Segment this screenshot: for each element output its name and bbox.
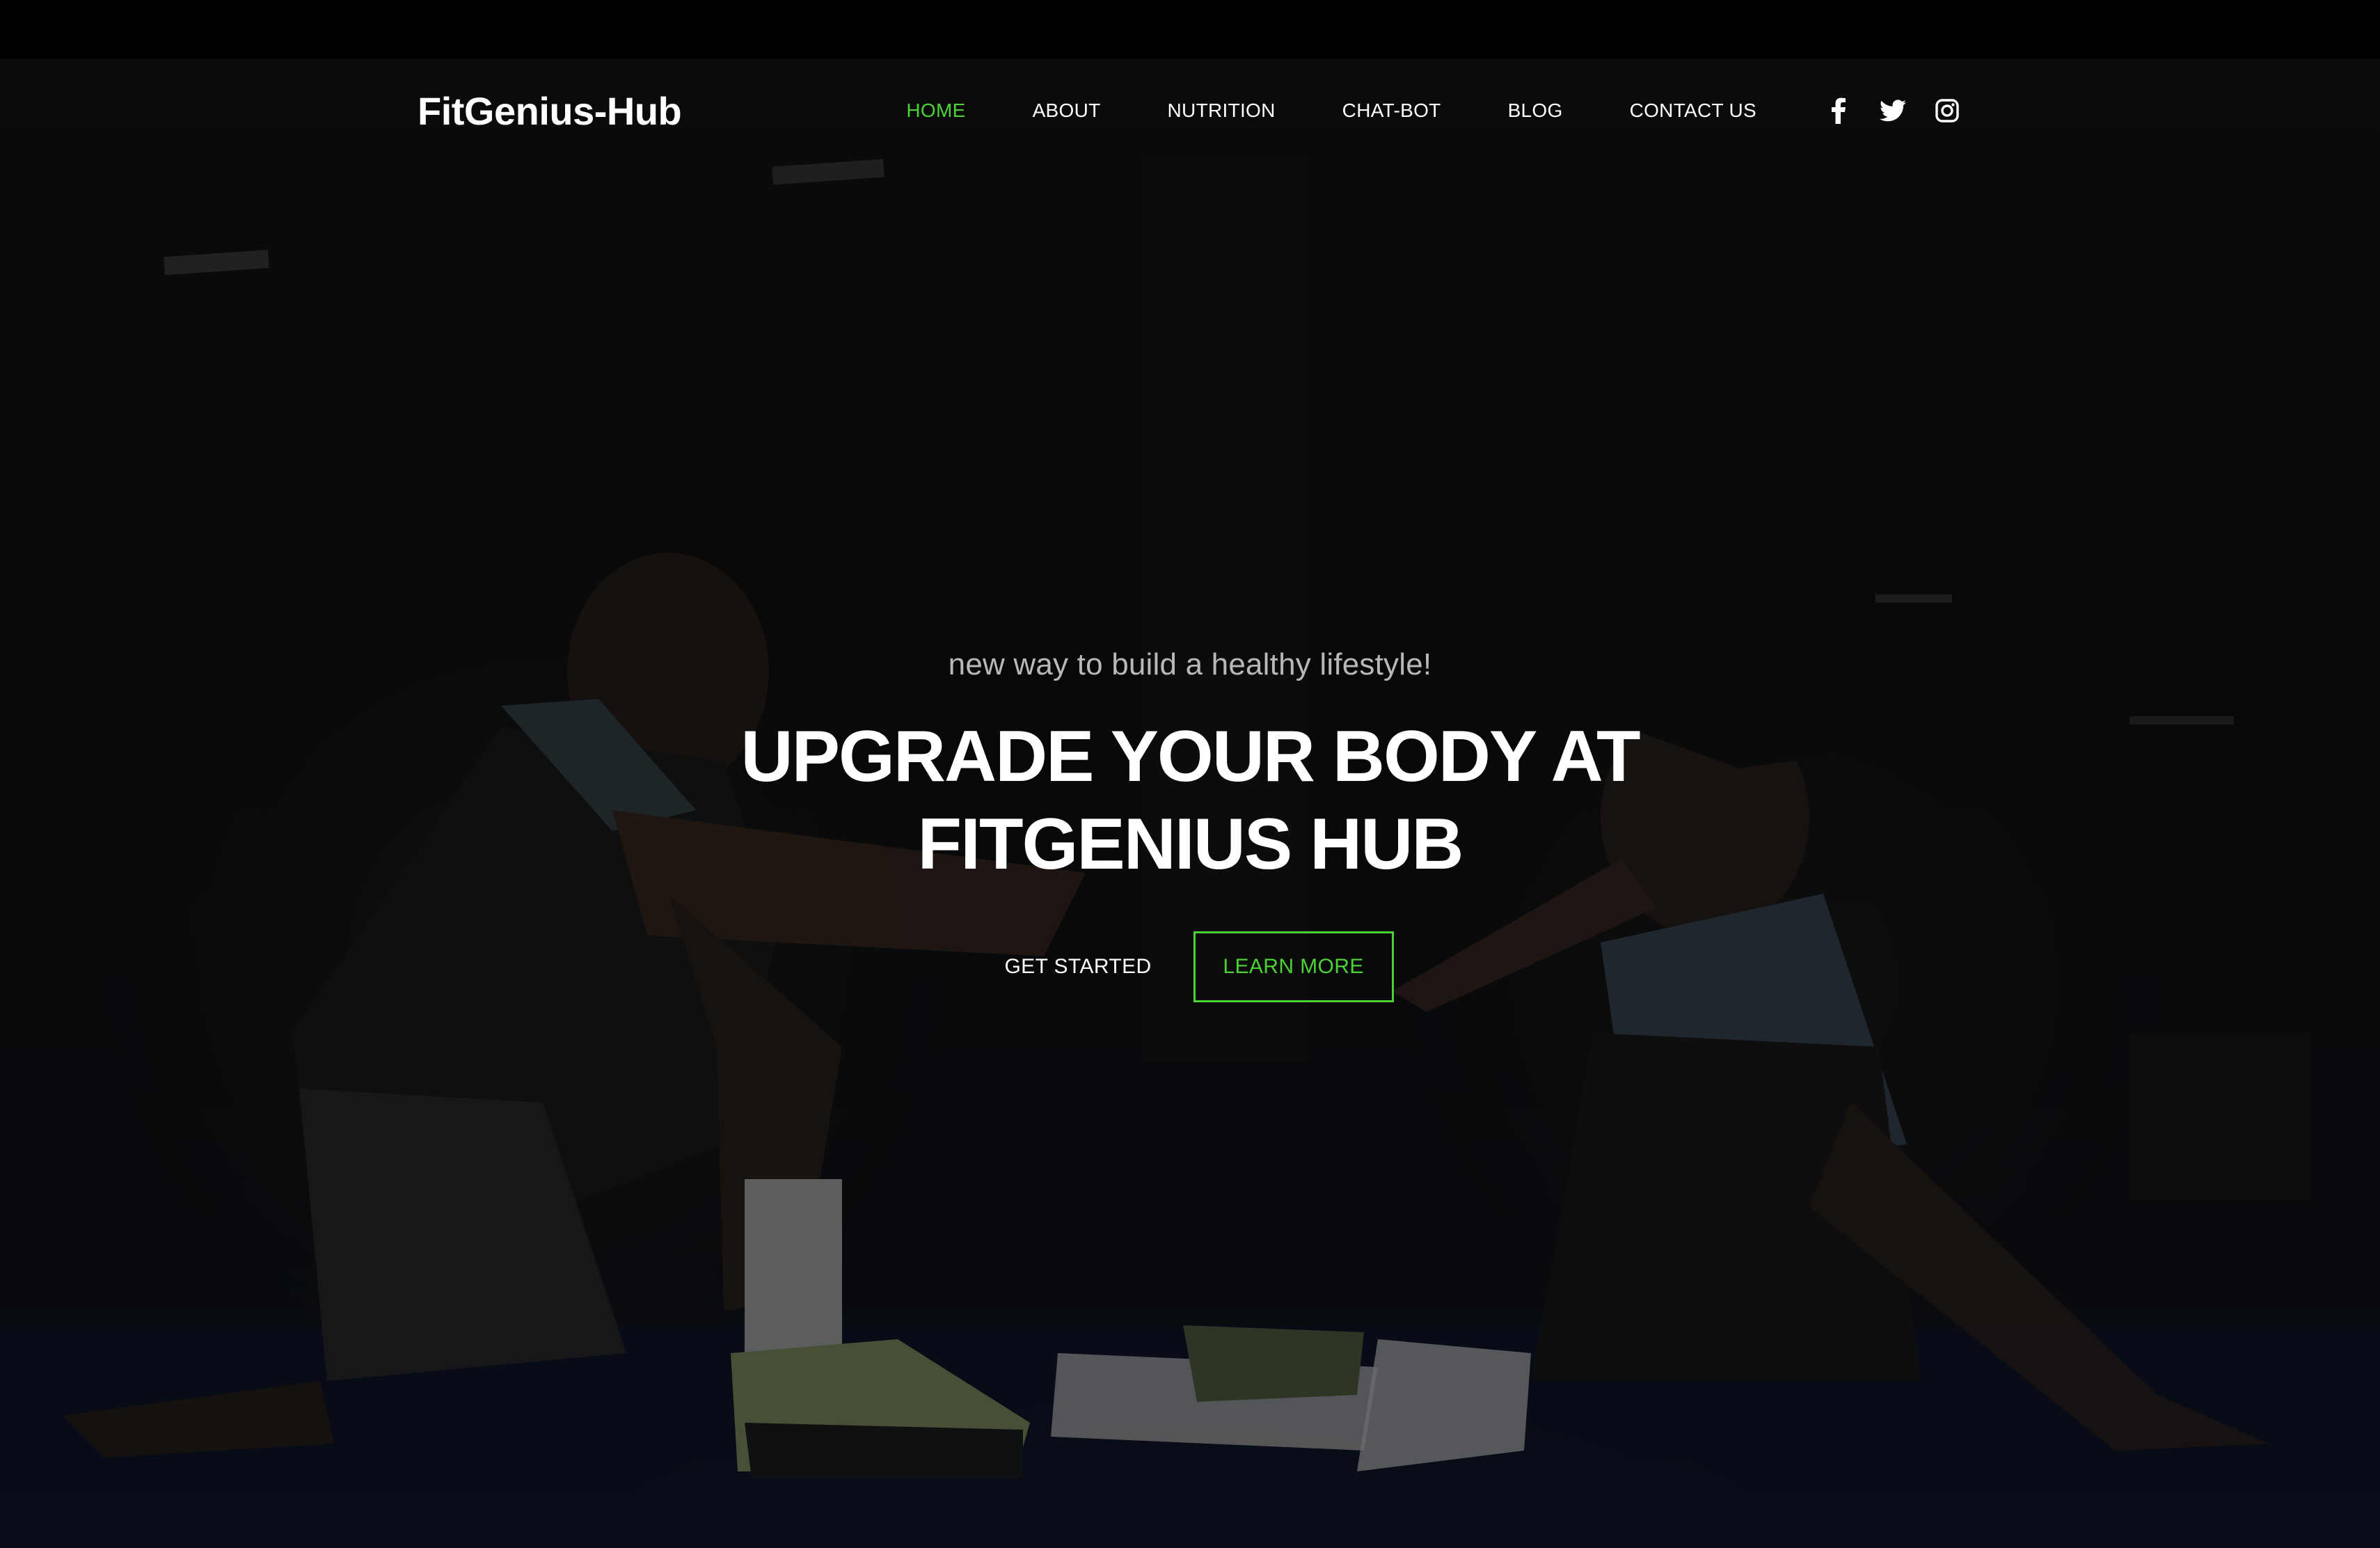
hero-cta-row: GET STARTED LEARN MORE <box>0 931 2380 1002</box>
instagram-icon[interactable] <box>1932 95 1962 126</box>
hero-content: new way to build a healthy lifestyle! UP… <box>0 647 2380 1002</box>
site-logo[interactable]: FitGenius-Hub <box>418 88 682 134</box>
facebook-icon[interactable] <box>1823 95 1854 126</box>
hero-headline-line-2: FITGENIUS HUB <box>917 804 1464 885</box>
nav-item-contact-us[interactable]: CONTACT US <box>1630 100 1756 122</box>
nav-item-blog[interactable]: BLOG <box>1508 100 1563 122</box>
nav-item-chat-bot[interactable]: CHAT-BOT <box>1342 100 1441 122</box>
nav-item-nutrition[interactable]: NUTRITION <box>1168 100 1276 122</box>
nav-item-home[interactable]: HOME <box>906 100 965 122</box>
hero-tagline: new way to build a healthy lifestyle! <box>948 647 1432 681</box>
site-header: FitGenius-Hub HOME ABOUT NUTRITION CHAT-… <box>418 58 1962 163</box>
hero-headline-line-1: UPGRADE YOUR BODY AT <box>740 716 1641 797</box>
header-right: HOME ABOUT NUTRITION CHAT-BOT BLOG CONTA… <box>906 95 1962 126</box>
learn-more-button[interactable]: LEARN MORE <box>1193 931 1394 1002</box>
hero-headline: UPGRADE YOUR BODY AT FITGENIUS HUB <box>703 713 1677 888</box>
browser-top-bar <box>0 0 2380 58</box>
main-nav: HOME ABOUT NUTRITION CHAT-BOT BLOG CONTA… <box>906 100 1756 122</box>
social-links <box>1823 95 1962 126</box>
nav-item-about[interactable]: ABOUT <box>1033 100 1101 122</box>
get-started-button[interactable]: GET STARTED <box>986 931 1169 1002</box>
twitter-icon[interactable] <box>1878 95 1908 126</box>
